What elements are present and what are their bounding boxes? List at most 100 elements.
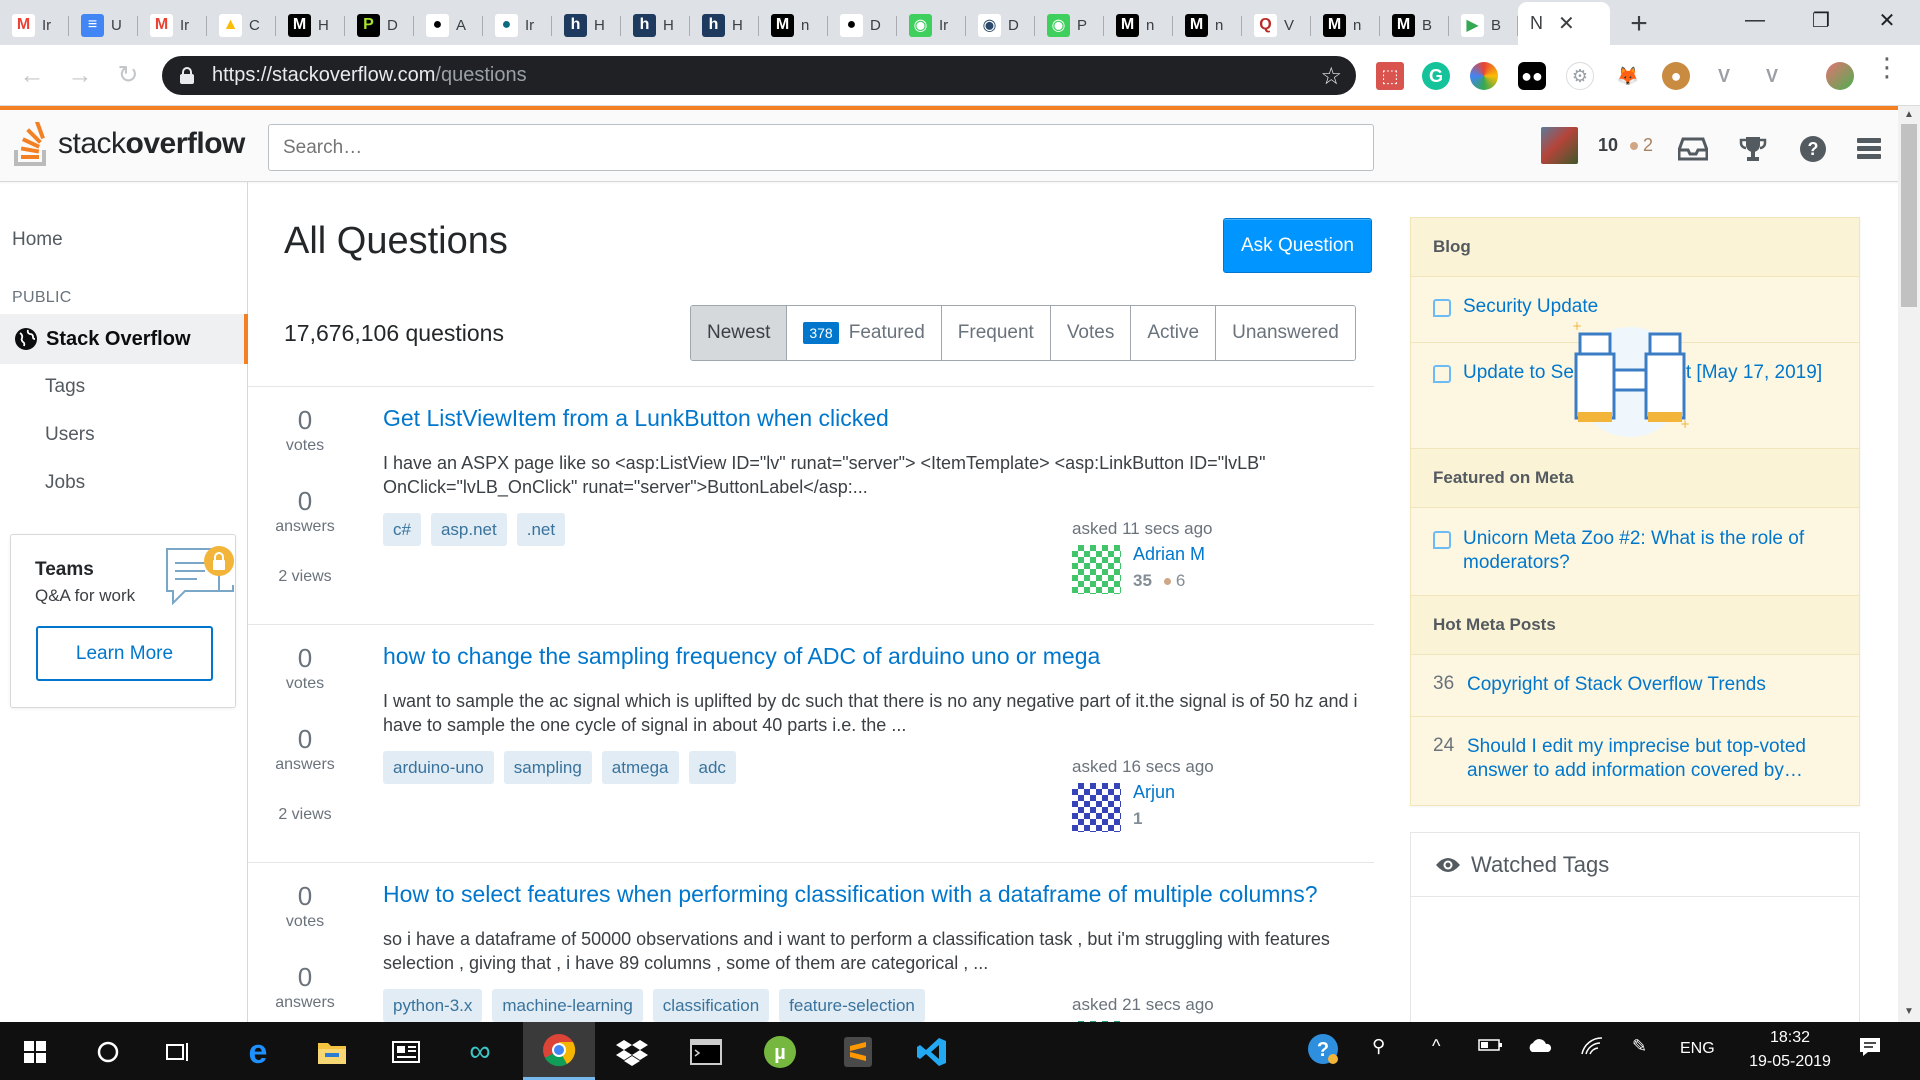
browser-tab[interactable]: Mn — [1311, 5, 1380, 45]
browser-tab[interactable]: ◉ Ir — [897, 5, 966, 45]
wifi-icon[interactable] — [1580, 1036, 1604, 1061]
nav-users[interactable]: Users — [45, 424, 95, 446]
user-avatar[interactable] — [1541, 127, 1578, 164]
onedrive-cloud-icon[interactable] — [1526, 1036, 1554, 1059]
browser-tab[interactable]: PD — [345, 5, 414, 45]
browser-tab[interactable]: ● Ir — [483, 5, 552, 45]
tray-expand-chevron-icon[interactable]: ^ — [1432, 1036, 1440, 1057]
people-icon[interactable]: ⚲ — [1372, 1036, 1385, 1057]
task-view-icon[interactable] — [158, 1032, 198, 1072]
command-prompt-icon[interactable] — [686, 1032, 726, 1072]
extension-glasses-icon[interactable]: ●● — [1518, 62, 1546, 90]
windows-start-icon[interactable] — [15, 1032, 55, 1072]
arduino-icon[interactable]: ∞ — [460, 1032, 500, 1072]
browser-tab[interactable]: ▶ B — [1449, 5, 1518, 45]
tab-active[interactable]: N ✕ — [1518, 2, 1610, 45]
scroll-down-arrow-icon[interactable]: ▼ — [1904, 1006, 1914, 1017]
cortana-search-icon[interactable] — [88, 1032, 128, 1072]
extension-color-icon[interactable] — [1470, 62, 1498, 90]
user-card[interactable]: 10 2 — [1541, 127, 1653, 164]
profile-avatar[interactable] — [1826, 62, 1854, 90]
learn-more-button[interactable]: Learn More — [36, 626, 213, 681]
hot-meta-item-1[interactable]: 36 Copyright of Stack Overflow Trends — [1411, 655, 1859, 717]
post-tag[interactable]: python-3.x — [383, 989, 483, 1022]
news-app-icon[interactable] — [386, 1032, 426, 1072]
browser-tab[interactable]: ◉ P — [1035, 5, 1104, 45]
question-title-link[interactable]: how to change the sampling frequency of … — [383, 643, 1100, 670]
extension-vue-devtools-icon[interactable]: V — [1758, 62, 1786, 90]
nav-home[interactable]: Home — [12, 229, 63, 251]
lock-icon[interactable] — [180, 67, 194, 84]
browser-tab[interactable]: ▲ C — [207, 5, 276, 45]
extension-settings-icon[interactable]: ⚙ — [1566, 62, 1594, 90]
browser-tab[interactable]: hH — [621, 5, 690, 45]
achievements-trophy-icon[interactable] — [1736, 132, 1770, 166]
help-tray-icon[interactable]: ? — [1306, 1032, 1340, 1071]
site-search-input[interactable] — [268, 124, 1374, 171]
dropbox-icon[interactable] — [612, 1032, 652, 1072]
user-identicon[interactable] — [1072, 783, 1121, 832]
question-title-link[interactable]: Get ListViewItem from a LunkButton when … — [383, 405, 889, 432]
extension-cookie-icon[interactable]: ● — [1662, 62, 1690, 90]
browser-tab[interactable]: ◉ D — [966, 5, 1035, 45]
file-explorer-icon[interactable] — [312, 1032, 352, 1072]
post-tag[interactable]: c# — [383, 513, 421, 546]
hot-meta-item-2[interactable]: 24 Should I edit my imprecise but top-vot… — [1411, 717, 1859, 805]
user-name-link[interactable]: Adrian M — [1133, 544, 1205, 565]
post-tag[interactable]: adc — [688, 751, 736, 784]
filter-featured[interactable]: 378 Featured — [786, 306, 941, 360]
browser-tab[interactable]: Mn — [1104, 5, 1173, 45]
browser-tab[interactable]: MH — [276, 5, 345, 45]
window-close-button[interactable]: ✕ — [1854, 0, 1920, 40]
restore-button[interactable]: ❐ — [1788, 0, 1854, 40]
extension-vue-icon[interactable]: V — [1710, 62, 1738, 90]
nav-jobs[interactable]: Jobs — [45, 472, 85, 494]
new-tab-button[interactable]: + — [1618, 3, 1660, 45]
post-tag[interactable]: feature-selection — [779, 989, 925, 1022]
post-tag[interactable]: atmega — [601, 751, 679, 784]
url-text[interactable]: https://stackoverflow.com/questions — [212, 64, 527, 87]
utorrent-icon[interactable]: µ — [760, 1032, 800, 1072]
post-tag[interactable]: machine-learning — [492, 989, 643, 1022]
edge-browser-icon[interactable]: e — [238, 1032, 278, 1072]
browser-tab[interactable]: Mn — [759, 5, 828, 45]
so-logo[interactable]: stackoverflow — [12, 120, 245, 168]
bookmark-star-icon[interactable]: ☆ — [1320, 62, 1342, 91]
browser-tab[interactable]: ● A — [414, 5, 483, 45]
minimize-button[interactable]: — — [1722, 0, 1788, 40]
inbox-icon[interactable] — [1676, 132, 1710, 166]
sublime-text-icon[interactable] — [838, 1032, 878, 1072]
extension-pdf-icon[interactable]: ⬚ — [1376, 62, 1404, 90]
post-tag[interactable]: .net — [516, 513, 566, 546]
filter-votes[interactable]: Votes — [1049, 306, 1131, 360]
scrollbar-thumb[interactable] — [1901, 124, 1917, 307]
browser-tab[interactable]: ● D — [828, 5, 897, 45]
scroll-up-arrow-icon[interactable]: ▲ — [1904, 109, 1914, 120]
post-tag[interactable]: asp.net — [430, 513, 507, 546]
filter-frequent[interactable]: Frequent — [940, 306, 1050, 360]
nav-stack-overflow[interactable]: Stack Overflow — [0, 314, 248, 364]
action-center-icon[interactable] — [1858, 1036, 1882, 1063]
forward-button[interactable]: → — [62, 57, 98, 93]
browser-tab[interactable]: MB — [1380, 5, 1449, 45]
filter-newest[interactable]: Newest — [691, 306, 787, 360]
close-tab-icon[interactable]: ✕ — [1558, 11, 1575, 36]
filter-unanswered[interactable]: Unanswered — [1215, 306, 1355, 360]
ask-question-button[interactable]: Ask Question — [1223, 218, 1372, 273]
extension-grammarly-icon[interactable]: G — [1422, 62, 1450, 90]
browser-tab[interactable]: M Ir — [0, 5, 69, 45]
post-tag[interactable]: classification — [652, 989, 770, 1022]
browser-tab[interactable]: hH — [552, 5, 621, 45]
nav-tags[interactable]: Tags — [45, 376, 85, 398]
filter-active[interactable]: Active — [1130, 306, 1216, 360]
address-bar[interactable]: https://stackoverflow.com/questions ☆ — [162, 56, 1356, 95]
question-title-link[interactable]: How to select features when performing c… — [383, 881, 1318, 908]
language-indicator[interactable]: ENG — [1680, 1040, 1715, 1058]
help-question-icon[interactable]: ? — [1796, 132, 1830, 166]
vscode-icon[interactable] — [912, 1032, 952, 1072]
site-switcher-icon[interactable] — [1852, 132, 1886, 166]
extension-metamask-icon[interactable]: 🦊 — [1614, 62, 1642, 90]
browser-menu-icon[interactable]: ⋮ — [1874, 54, 1900, 80]
browser-tab[interactable]: Mn — [1173, 5, 1242, 45]
battery-icon[interactable] — [1478, 1036, 1504, 1059]
